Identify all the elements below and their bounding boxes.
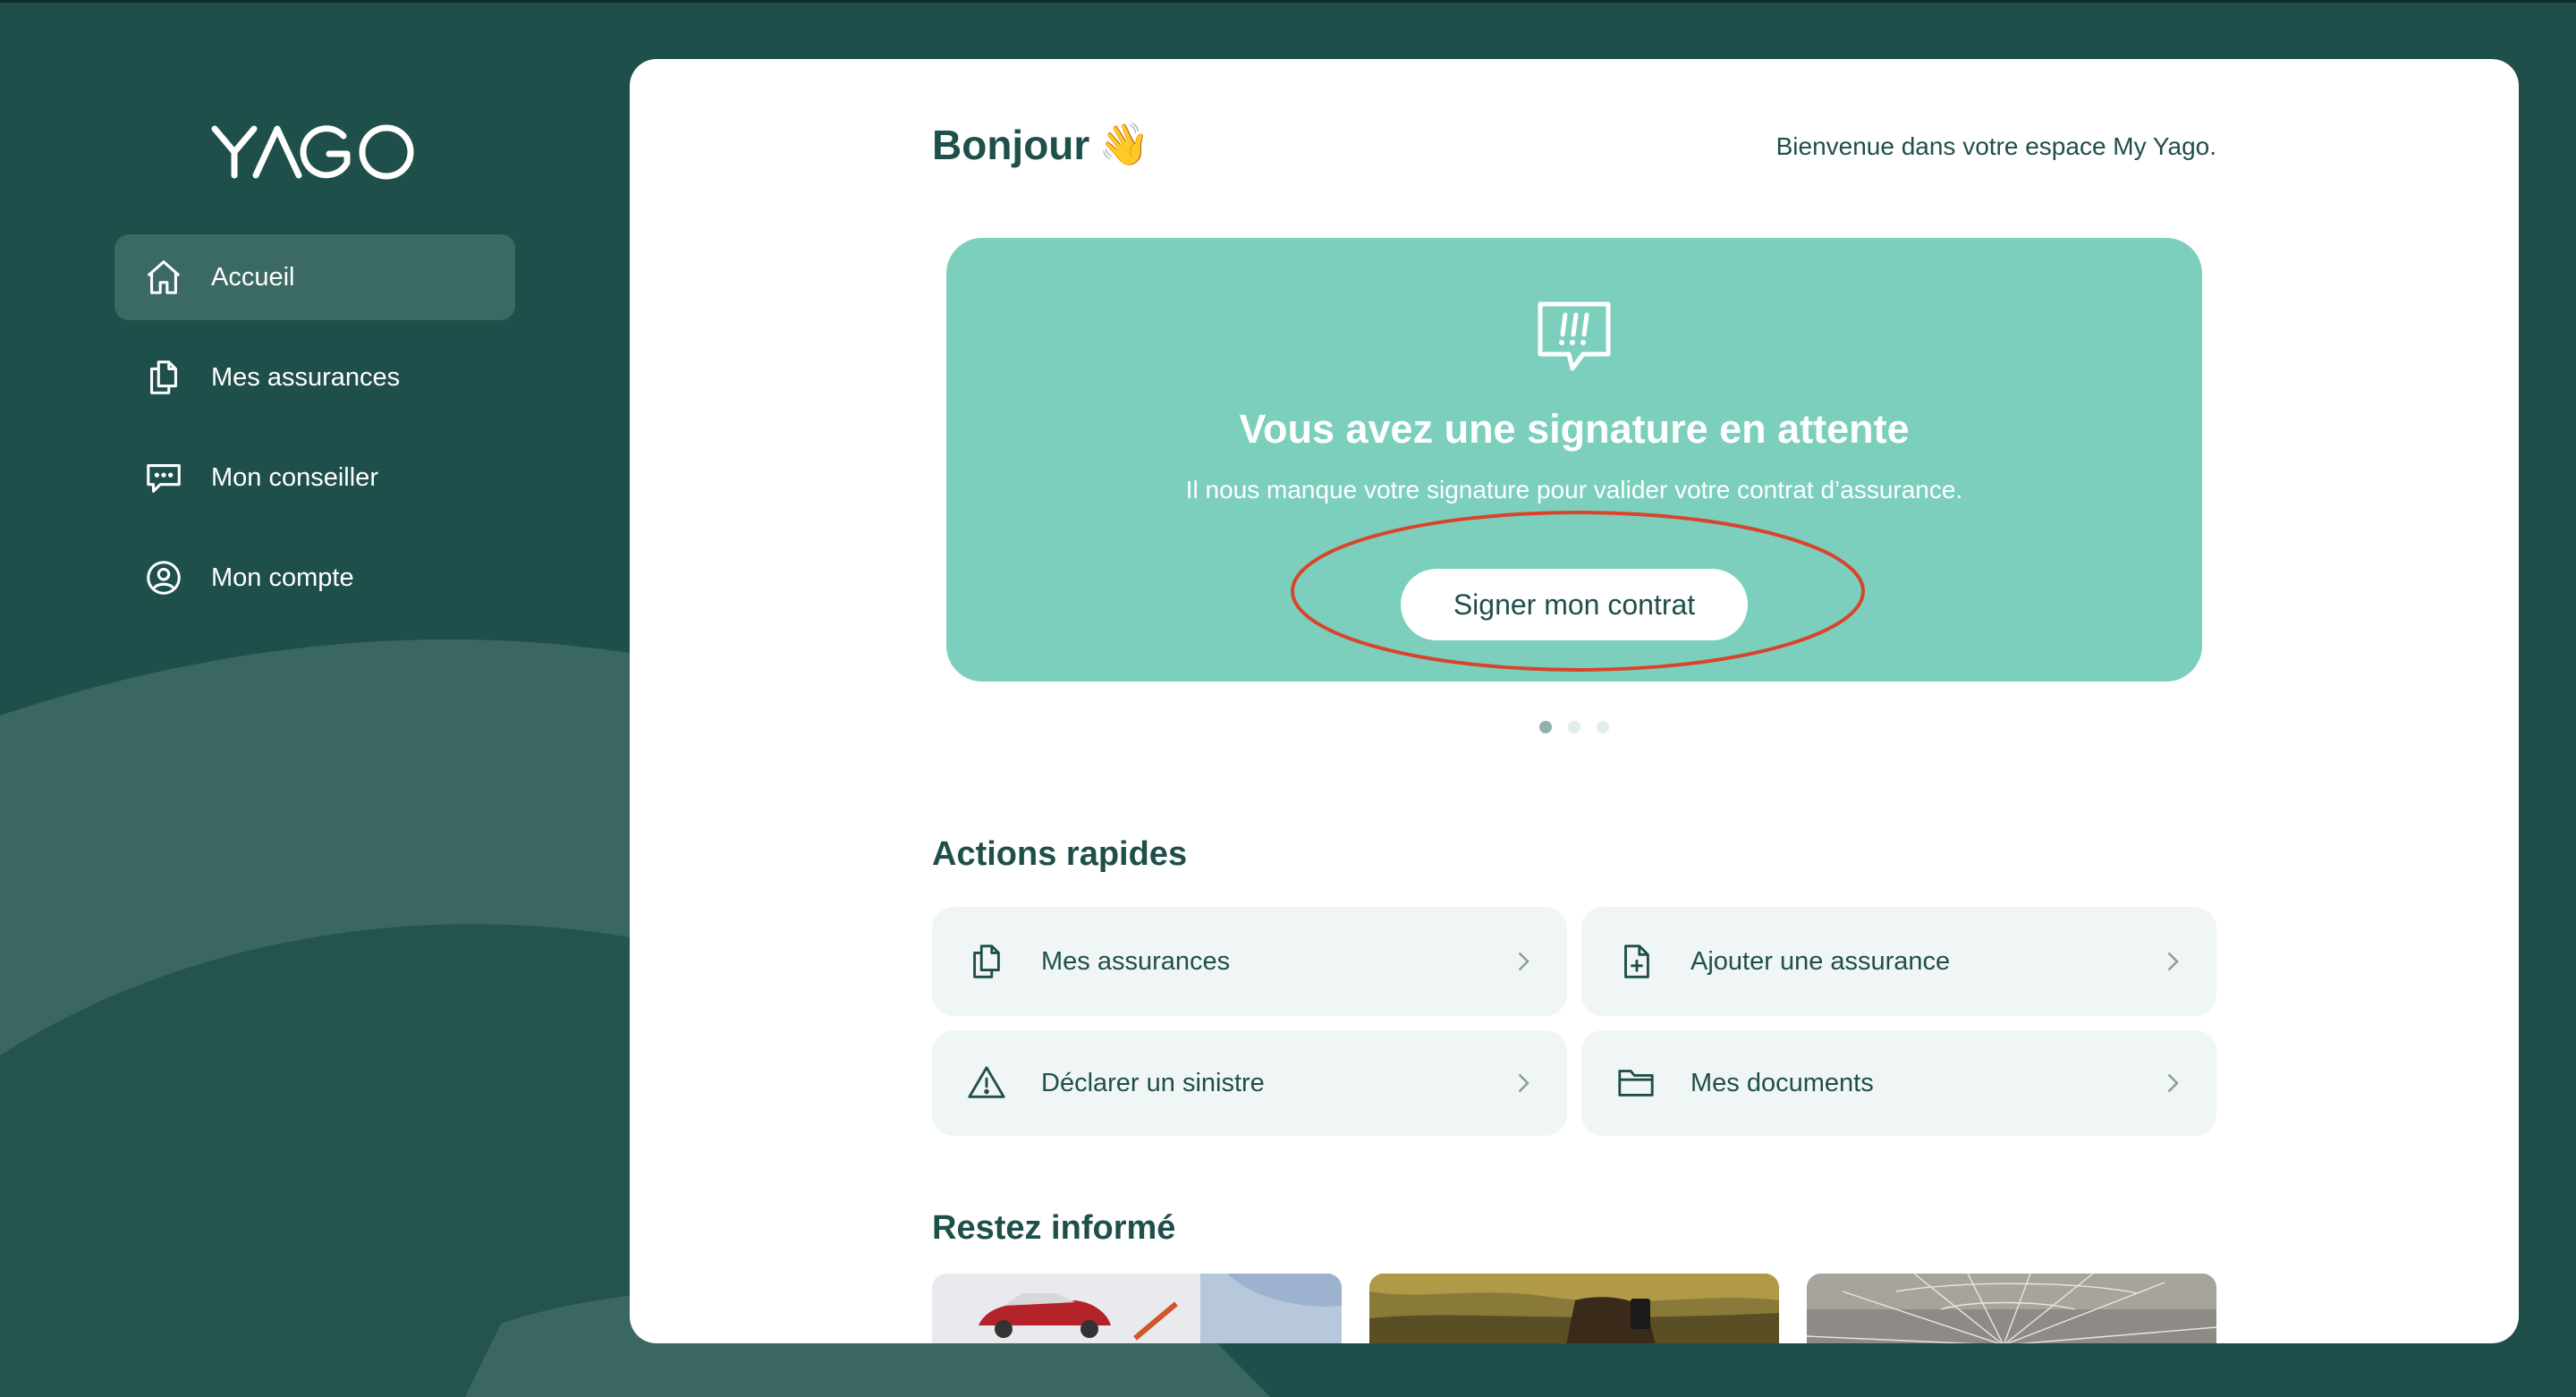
sidebar-item-label: Mes assurances: [211, 362, 401, 392]
chevron-right-icon: [1519, 952, 1530, 970]
page-title: Bonjour 👋: [932, 120, 1150, 169]
quick-action-label: Ajouter une assurance: [1690, 946, 1951, 976]
quick-action-ajouter-assurance[interactable]: Ajouter une assurance: [1581, 907, 2216, 1016]
news-section-title: Restez informé: [932, 1209, 1176, 1247]
quick-action-declarer-sinistre[interactable]: Déclarer un sinistre: [932, 1030, 1567, 1136]
home-icon: [143, 257, 184, 298]
greeting-text: Bonjour: [932, 121, 1090, 168]
sidebar-item-label: Mon compte: [211, 563, 354, 592]
sidebar-item-label: Accueil: [211, 262, 295, 292]
chevron-right-icon: [2168, 952, 2179, 970]
chevron-right-icon: [1519, 1074, 1530, 1092]
user-circle-icon: [143, 557, 184, 598]
yago-logo-mark: [211, 124, 414, 180]
quick-action-mes-assurances[interactable]: Mes assurances: [932, 907, 1567, 1016]
folder-icon: [1615, 1063, 1657, 1104]
highlight-annotation-ellipse: [1291, 511, 1865, 672]
sidebar-item-mon-conseiller[interactable]: Mon conseiller: [114, 435, 515, 521]
carousel-dot-2[interactable]: [1568, 721, 1580, 733]
cracked-glass-photo: [1807, 1274, 2216, 1343]
quick-action-label: Mes assurances: [1041, 946, 1231, 976]
carousel-dot-1[interactable]: [1539, 721, 1552, 733]
sidebar: Accueil Mes assurances Mon conseiller Mo…: [0, 0, 626, 1397]
alert-speech-icon: [1538, 301, 1611, 371]
sidebar-item-mon-compte[interactable]: Mon compte: [114, 535, 515, 621]
sidebar-item-mes-assurances[interactable]: Mes assurances: [114, 334, 515, 420]
banner-title: Vous avez une signature en attente: [1239, 406, 1910, 452]
quick-actions-title: Actions rapides: [932, 835, 1188, 873]
warning-icon: [966, 1063, 1007, 1104]
documents-icon: [966, 941, 1007, 982]
news-card-car-toy[interactable]: [932, 1274, 1342, 1343]
sidebar-item-label: Mon conseiller: [211, 462, 378, 492]
carousel-pagination: [932, 721, 2216, 733]
documents-icon: [143, 357, 184, 398]
chat-bubble-icon: [143, 457, 184, 498]
car-toy-photo: [932, 1274, 1342, 1343]
quick-action-label: Déclarer un sinistre: [1041, 1068, 1265, 1097]
banner-subtitle: Il nous manque votre signature pour vali…: [1185, 476, 1963, 504]
carousel-dot-3[interactable]: [1597, 721, 1609, 733]
quick-action-mes-documents[interactable]: Mes documents: [1581, 1030, 2216, 1136]
welcome-message: Bienvenue dans votre espace My Yago.: [1775, 132, 2216, 160]
quick-action-label: Mes documents: [1690, 1068, 1874, 1097]
phone-driving-photo: [1369, 1274, 1779, 1343]
news-card-phone-driving[interactable]: [1369, 1274, 1779, 1343]
waving-hand-icon: 👋: [1098, 121, 1150, 167]
main-content: Bonjour 👋 Bienvenue dans votre espace My…: [630, 59, 2519, 1343]
chevron-right-icon: [2168, 1074, 2179, 1092]
yago-logo[interactable]: [211, 123, 419, 181]
file-plus-icon: [1615, 941, 1657, 982]
news-card-cracked-glass[interactable]: [1807, 1274, 2216, 1343]
sidebar-item-accueil[interactable]: Accueil: [114, 234, 515, 320]
